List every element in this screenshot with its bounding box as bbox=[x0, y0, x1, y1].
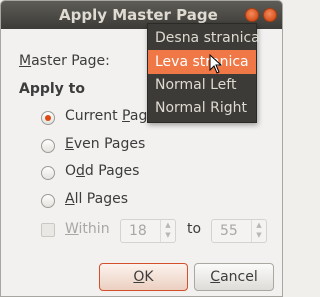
master-page-dropdown-menu: Desna stranica Leva stranica Normal Left… bbox=[147, 23, 260, 123]
menu-item-desna-stranica[interactable]: Desna stranica bbox=[148, 26, 260, 50]
even-pages-radio[interactable] bbox=[41, 139, 55, 153]
from-page-value: 18 bbox=[129, 223, 147, 239]
all-pages-label[interactable]: All Pages bbox=[65, 191, 128, 207]
apply-to-heading: Apply to bbox=[19, 81, 85, 97]
cancel-button[interactable]: Cancel bbox=[194, 263, 274, 291]
all-pages-radio[interactable] bbox=[41, 194, 55, 208]
ok-button[interactable]: OK bbox=[99, 263, 188, 291]
current-page-label[interactable]: Current Page bbox=[65, 108, 156, 124]
current-page-radio[interactable] bbox=[41, 111, 55, 125]
odd-pages-label[interactable]: Odd Pages bbox=[65, 163, 139, 179]
to-page-spinbox[interactable]: 55 ▲ ▼ bbox=[211, 219, 267, 243]
window-title: Apply Master Page bbox=[59, 6, 218, 24]
mouse-cursor-icon bbox=[209, 54, 223, 74]
from-spin-arrows[interactable]: ▲ ▼ bbox=[160, 220, 175, 242]
to-label: to bbox=[187, 221, 202, 237]
within-label: Within bbox=[65, 221, 110, 237]
within-checkbox[interactable] bbox=[41, 223, 55, 237]
odd-pages-radio[interactable] bbox=[41, 166, 55, 180]
menu-item-normal-left[interactable]: Normal Left bbox=[148, 73, 256, 97]
minimize-button[interactable] bbox=[245, 8, 259, 22]
even-pages-label[interactable]: Even Pages bbox=[65, 136, 145, 152]
menu-item-normal-right[interactable]: Normal Right bbox=[148, 96, 256, 120]
menu-item-leva-stranica[interactable]: Leva stranica bbox=[148, 50, 256, 74]
to-spin-arrows[interactable]: ▲ ▼ bbox=[251, 220, 266, 242]
master-page-label: Master Page: bbox=[19, 53, 110, 69]
from-page-spinbox[interactable]: 18 ▲ ▼ bbox=[120, 219, 176, 243]
apply-master-page-dialog: Apply Master Page Master Page: Apply to … bbox=[0, 0, 283, 297]
close-button[interactable] bbox=[263, 8, 277, 22]
to-page-value: 55 bbox=[220, 223, 238, 239]
